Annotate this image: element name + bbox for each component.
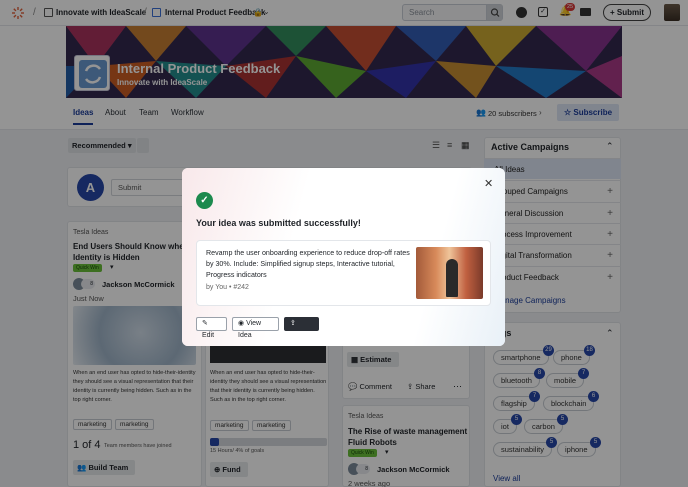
success-message: Your idea was submitted successfully! [196, 218, 361, 228]
idea-preview-image [416, 247, 483, 299]
submission-success-modal: ✕ ✓ Your idea was submitted successfully… [182, 168, 505, 346]
success-check-icon: ✓ [196, 192, 213, 209]
view-idea-button[interactable]: ◉ View Idea [232, 317, 279, 339]
person-figure [446, 259, 458, 297]
close-icon[interactable]: ✕ [484, 177, 493, 190]
share-label: Share [290, 332, 309, 339]
edit-label: Edit [202, 332, 215, 339]
edit-button[interactable]: ✎ Edit [196, 317, 227, 339]
idea-preview-card[interactable]: Revamp the user onboarding experience to… [196, 240, 491, 306]
idea-preview-meta: by You • #242 [206, 284, 249, 291]
idea-preview-text: Revamp the user onboarding experience to… [206, 249, 410, 279]
share-button[interactable]: ⇪ Share [284, 317, 319, 339]
